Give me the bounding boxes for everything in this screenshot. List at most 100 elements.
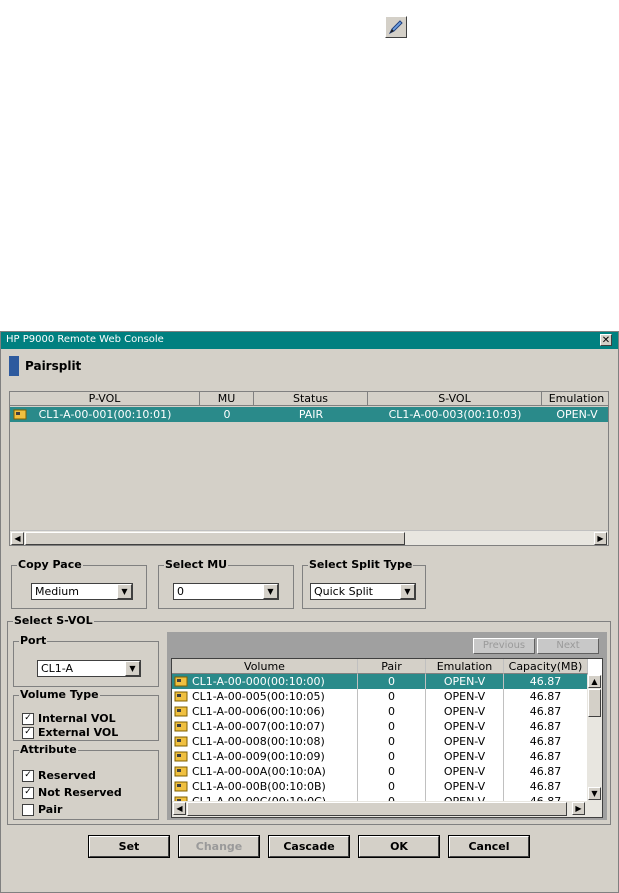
col-header-mu[interactable]: MU (200, 392, 254, 406)
external-vol-label: External VOL (38, 726, 119, 739)
status-cell: PAIR (298, 408, 324, 421)
title-bar: HP P9000 Remote Web Console ✕ (1, 332, 618, 349)
scroll-thumb[interactable] (25, 532, 405, 545)
attribute-label: Attribute (19, 743, 78, 756)
reserved-checkbox[interactable]: ✓ Reserved (22, 769, 96, 782)
pair-checkbox[interactable]: Pair (22, 803, 62, 816)
table-row[interactable]: CL1-A-00-005(00:10:05) 0 OPEN-V 46.87 (172, 689, 588, 704)
chevron-down-icon: ▼ (263, 584, 278, 599)
scroll-right-button[interactable]: ▶ (594, 532, 607, 545)
pvol-cell: CL1-A-00-001(00:10:01) (38, 408, 172, 421)
select-mu-value: 0 (177, 585, 184, 598)
pair-cell: 0 (358, 689, 426, 704)
scroll-thumb[interactable] (187, 802, 567, 816)
select-svol-label: Select S-VOL (13, 614, 94, 627)
volume-table-header: Volume Pair Emulation Capacity(MB) (172, 659, 588, 674)
emulation-cell: OPEN-V (426, 674, 504, 689)
scroll-thumb[interactable] (588, 689, 601, 717)
volume-list-panel: Previous Next Volume Pair Emulation Capa… (167, 632, 607, 820)
scroll-left-button[interactable]: ◀ (11, 532, 24, 545)
checkbox-check-icon: ✓ (22, 787, 34, 799)
copy-pace-group: Copy Pace Medium ▼ (11, 558, 147, 609)
pair-cell: 0 (358, 704, 426, 719)
volume-cell: CL1-A-00-00B(00:10:0B) (172, 779, 358, 794)
change-button[interactable]: Change (178, 835, 260, 858)
not-reserved-checkbox[interactable]: ✓ Not Reserved (22, 786, 122, 799)
pair-cell: 0 (358, 674, 426, 689)
table-row[interactable]: CL1-A-00-008(00:10:08) 0 OPEN-V 46.87 (172, 734, 588, 749)
pair-cell: 0 (358, 764, 426, 779)
not-reserved-label: Not Reserved (38, 786, 122, 799)
next-button[interactable]: Next (537, 638, 599, 654)
col-header-pair[interactable]: Pair (358, 659, 426, 674)
col-header-capacity[interactable]: Capacity(MB) (504, 659, 588, 674)
split-type-group: Select Split Type Quick Split ▼ (302, 558, 426, 609)
select-mu-select[interactable]: 0 ▼ (173, 583, 279, 600)
edit-pen-icon[interactable] (385, 16, 407, 38)
table-row[interactable]: CL1-A-00-00B(00:10:0B) 0 OPEN-V 46.87 (172, 779, 588, 794)
table-row[interactable]: CL1-A-00-006(00:10:06) 0 OPEN-V 46.87 (172, 704, 588, 719)
split-type-select[interactable]: Quick Split ▼ (310, 583, 416, 600)
capacity-cell: 46.87 (504, 734, 588, 749)
pair-table-hscrollbar[interactable]: ◀ ▶ (10, 530, 608, 545)
mu-cell: 0 (223, 408, 231, 421)
checkbox-check-icon: ✓ (22, 713, 34, 725)
pair-cell: 0 (358, 719, 426, 734)
volume-cell: CL1-A-00-000(00:10:00) (172, 674, 358, 689)
col-header-status[interactable]: Status (254, 392, 368, 406)
checkbox-empty (22, 804, 34, 816)
capacity-cell: 46.87 (504, 749, 588, 764)
volume-cell: CL1-A-00-005(00:10:05) (172, 689, 358, 704)
volume-table-hscrollbar[interactable]: ◀ ▶ (172, 801, 602, 817)
pair-label: Pair (38, 803, 63, 816)
port-value: CL1-A (41, 662, 74, 675)
svol-cell: CL1-A-00-003(00:10:03) (388, 408, 522, 421)
col-header-volume[interactable]: Volume (172, 659, 358, 674)
internal-vol-checkbox[interactable]: ✓ Internal VOL (22, 712, 116, 725)
reserved-label: Reserved (38, 769, 96, 782)
internal-vol-label: Internal VOL (38, 712, 116, 725)
port-group: Port CL1-A ▼ (13, 634, 159, 687)
scroll-right-button[interactable]: ▶ (572, 802, 585, 815)
capacity-cell: 46.87 (504, 779, 588, 794)
emulation-cell: OPEN-V (426, 704, 504, 719)
cascade-button[interactable]: Cascade (268, 835, 350, 858)
pair-cell: 0 (358, 749, 426, 764)
ok-button[interactable]: OK (358, 835, 440, 858)
copy-pace-select[interactable]: Medium ▼ (31, 583, 133, 600)
emulation-cell: OPEN-V (426, 779, 504, 794)
volume-table: Volume Pair Emulation Capacity(MB) CL1-A… (171, 658, 603, 818)
heading-accent-bar (9, 356, 19, 376)
select-mu-group: Select MU 0 ▼ (158, 558, 294, 609)
col-header-emulation[interactable]: Emulation (426, 659, 504, 674)
close-button[interactable]: ✕ (600, 334, 612, 346)
table-row[interactable]: CL1-A-00-000(00:10:00) 0 OPEN-V 46.87 (172, 674, 588, 689)
capacity-cell: 46.87 (504, 719, 588, 734)
volume-type-group: Volume Type ✓ Internal VOL ✓ External VOL (13, 688, 159, 741)
previous-button[interactable]: Previous (473, 638, 535, 654)
emulation-cell: OPEN-V (426, 734, 504, 749)
checkbox-check-icon: ✓ (22, 770, 34, 782)
emulation-cell: OPEN-V (426, 689, 504, 704)
table-row[interactable]: CL1-A-00-009(00:10:09) 0 OPEN-V 46.87 (172, 749, 588, 764)
port-select[interactable]: CL1-A ▼ (37, 660, 141, 677)
chevron-down-icon: ▼ (125, 661, 140, 676)
checkbox-check-icon: ✓ (22, 727, 34, 739)
table-row[interactable]: CL1-A-00-00A(00:10:0A) 0 OPEN-V 46.87 (172, 764, 588, 779)
scroll-up-button[interactable]: ▲ (588, 675, 601, 688)
col-header-svol[interactable]: S-VOL (368, 392, 542, 406)
page-title: Pairsplit (25, 359, 82, 373)
volume-cell: CL1-A-00-008(00:10:08) (172, 734, 358, 749)
cancel-button[interactable]: Cancel (448, 835, 530, 858)
pair-cell: 0 (358, 734, 426, 749)
col-header-pvol[interactable]: P-VOL (10, 392, 200, 406)
set-button[interactable]: Set (88, 835, 170, 858)
external-vol-checkbox[interactable]: ✓ External VOL (22, 726, 118, 739)
col-header-emulation[interactable]: Emulation (542, 392, 608, 406)
volume-table-vscrollbar[interactable]: ▲ ▼ (587, 675, 602, 801)
scroll-left-button[interactable]: ◀ (173, 802, 186, 815)
table-row[interactable]: CL1-A-00-001(00:10:01) 0 PAIR CL1-A-00-0… (10, 407, 608, 422)
scroll-down-button[interactable]: ▼ (588, 787, 601, 800)
pair-table: P-VOL MU Status S-VOL Emulation CL1-A-00… (9, 391, 609, 546)
table-row[interactable]: CL1-A-00-007(00:10:07) 0 OPEN-V 46.87 (172, 719, 588, 734)
